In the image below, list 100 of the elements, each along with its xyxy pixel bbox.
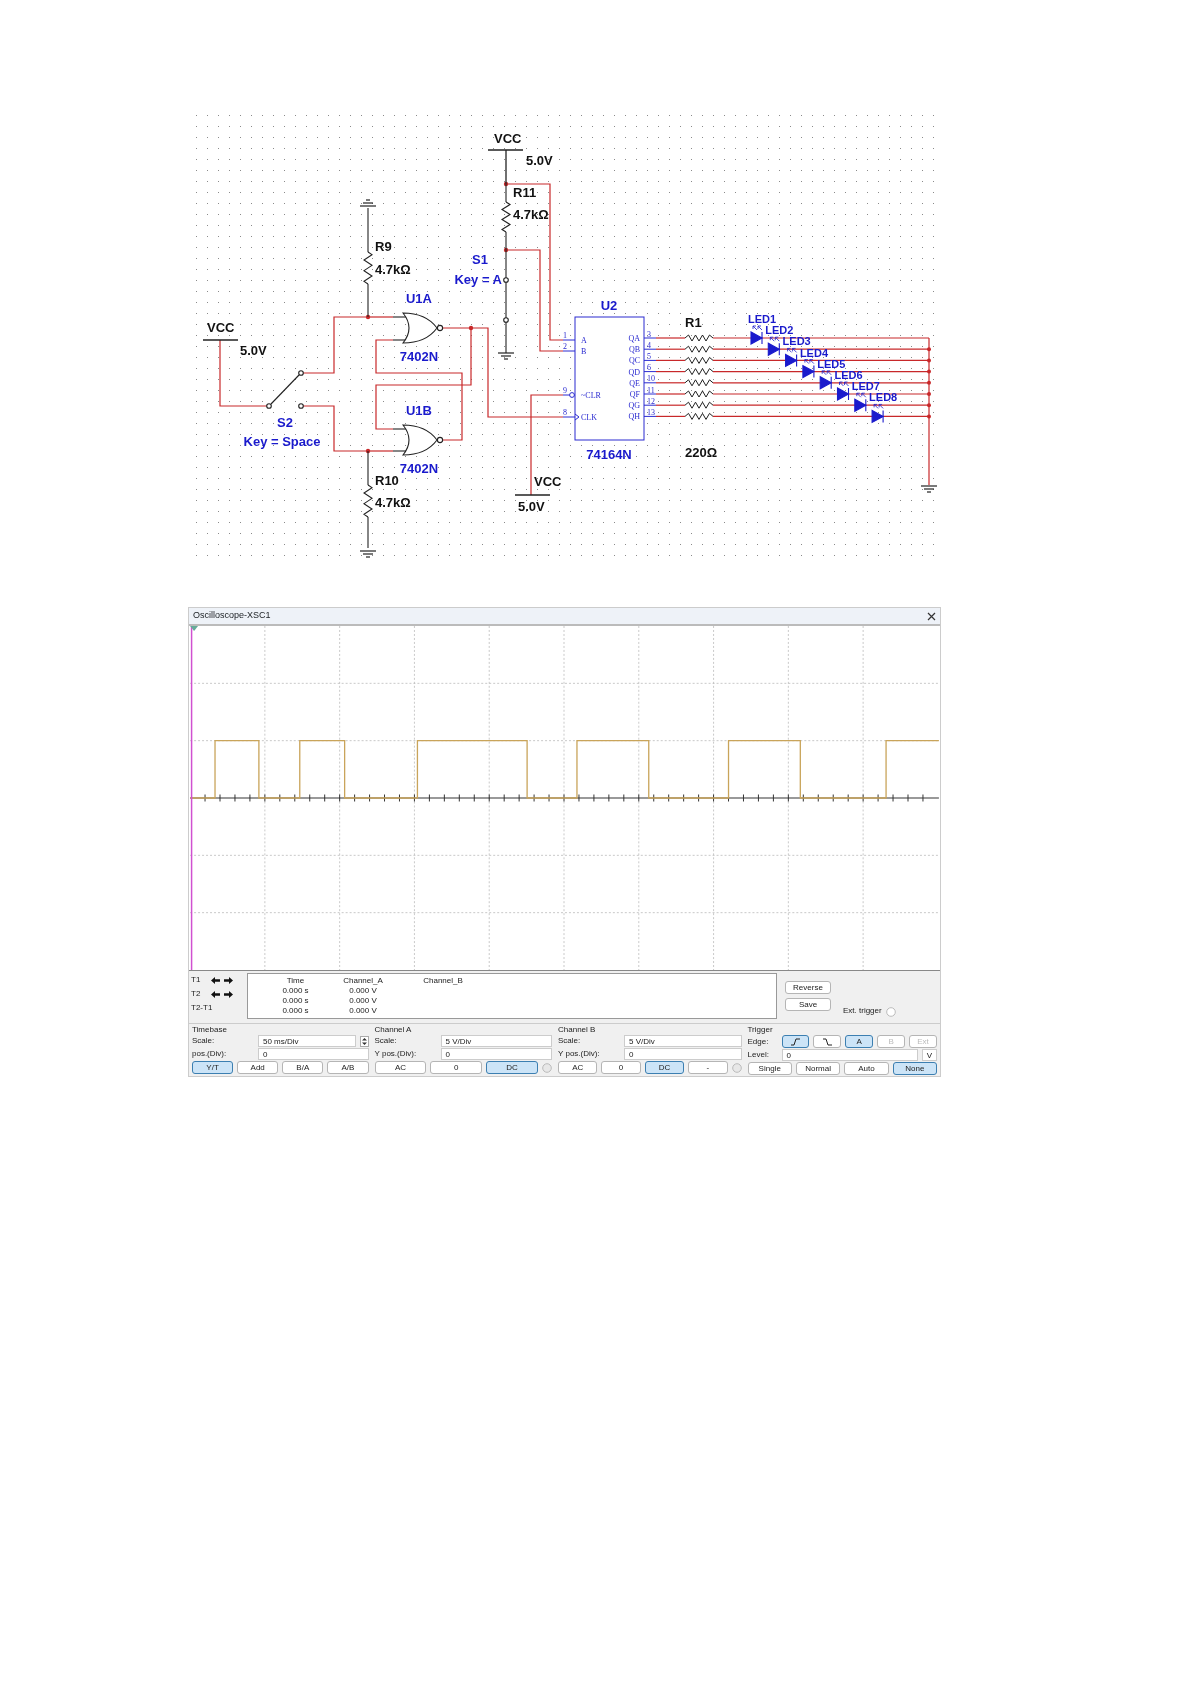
- pin-label: A: [581, 336, 587, 345]
- radio-button[interactable]: [542, 1062, 553, 1073]
- resistor-symbol: [684, 412, 714, 420]
- field-label: Scale:: [374, 1035, 398, 1047]
- mode-button[interactable]: B/A: [282, 1061, 324, 1074]
- pin-label: QG: [628, 401, 640, 411]
- source-button[interactable]: A: [845, 1035, 874, 1048]
- field-label: Edge:: [747, 1035, 770, 1048]
- field-label: Y pos.(Div):: [374, 1048, 418, 1060]
- close-icon[interactable]: [927, 611, 936, 621]
- edge-button[interactable]: [813, 1035, 842, 1048]
- resistor-symbol: [684, 379, 714, 387]
- power-label: VCC: [534, 474, 562, 489]
- coupling-button[interactable]: -: [688, 1061, 728, 1074]
- input-field[interactable]: 0: [781, 1049, 918, 1061]
- cursor-label: T2-T1: [191, 1002, 213, 1014]
- group-title: Channel A: [374, 1025, 413, 1034]
- led-label: LED2: [765, 324, 794, 337]
- pin-label: B: [581, 347, 587, 356]
- junction-dot: [927, 403, 931, 408]
- radio-button[interactable]: [885, 1007, 896, 1017]
- nor-gate-symbol: [392, 312, 444, 344]
- resistor-label: R1: [685, 315, 702, 330]
- readout-value: 0.000 V: [348, 996, 378, 1006]
- resistor-symbol: [684, 390, 714, 398]
- coupling-button[interactable]: AC: [558, 1061, 598, 1074]
- field-label: Level:: [747, 1049, 770, 1061]
- panel-button[interactable]: Save: [785, 998, 831, 1011]
- pin-number: 5: [647, 351, 651, 361]
- spinner-icon[interactable]: [359, 1035, 369, 1047]
- pin-number: 8: [563, 408, 567, 417]
- power-label: VCC: [494, 131, 522, 146]
- mode-button[interactable]: A/B: [327, 1061, 369, 1074]
- wire: [655, 348, 686, 350]
- mode-button[interactable]: Normal: [795, 1062, 841, 1075]
- input-field[interactable]: 5 V/Div: [624, 1035, 742, 1047]
- resistance-label: 220Ω: [685, 445, 718, 460]
- edge-button[interactable]: [781, 1035, 810, 1048]
- readout-value: 0.000 V: [348, 986, 378, 996]
- pin-label: QH: [628, 412, 640, 422]
- input-field[interactable]: 0: [440, 1048, 553, 1060]
- switch-label: S2: [277, 415, 293, 430]
- voltage-label: 5.0V: [518, 499, 545, 514]
- led-label: LED6: [834, 369, 863, 381]
- led-label: LED1: [748, 313, 777, 325]
- coupling-button[interactable]: DC: [644, 1061, 685, 1074]
- resistor-symbol: [684, 356, 714, 364]
- source-button: Ext: [909, 1035, 937, 1048]
- switch-symbol: [266, 370, 304, 409]
- led-label: LED7: [851, 380, 880, 393]
- pin-label: QD: [628, 367, 640, 377]
- pin-label: QB: [628, 345, 640, 355]
- junction-dot: [927, 347, 931, 352]
- input-field[interactable]: 50 ms/Div: [258, 1035, 356, 1047]
- pin-number: 12: [647, 396, 655, 406]
- mode-button[interactable]: Single: [747, 1062, 792, 1075]
- panel-button[interactable]: Reverse: [785, 981, 831, 994]
- voltage-label: 5.0V: [240, 343, 267, 358]
- source-button: B: [877, 1035, 906, 1048]
- key-label: Key = A: [454, 272, 502, 287]
- coupling-button[interactable]: 0: [430, 1061, 483, 1074]
- group-title: Timebase: [192, 1025, 228, 1034]
- junction-dot: [927, 414, 931, 419]
- power-source-symbol: [487, 149, 524, 185]
- resistor-symbol: [684, 401, 714, 409]
- resistor-symbol: [684, 334, 714, 342]
- input-field[interactable]: 5 V/Div: [440, 1035, 553, 1047]
- mode-button[interactable]: None: [892, 1062, 938, 1075]
- pin-number: 6: [647, 363, 651, 373]
- coupling-button[interactable]: DC: [486, 1061, 539, 1074]
- wire: [655, 359, 686, 361]
- resistor-label: R10: [375, 473, 399, 488]
- coupling-button[interactable]: AC: [374, 1061, 427, 1074]
- resistance-label: 4.7kΩ: [513, 207, 549, 222]
- wire: [655, 382, 686, 384]
- wire: [655, 415, 686, 417]
- input-field[interactable]: 0: [258, 1048, 369, 1060]
- ground-symbol: [359, 199, 377, 207]
- coupling-button[interactable]: 0: [601, 1061, 641, 1074]
- pin-number: 2: [563, 342, 567, 351]
- radio-button[interactable]: [731, 1062, 742, 1073]
- readout-value: 0.000 s: [281, 986, 310, 996]
- readout-value: 0.000 s: [281, 1006, 310, 1016]
- ground-symbol: [359, 550, 377, 558]
- mode-button[interactable]: Y/T: [192, 1061, 234, 1074]
- pin-number: 1: [563, 331, 567, 340]
- window-title: Oscilloscope-XSC1: [193, 609, 271, 623]
- rising-edge-icon: [790, 1037, 800, 1046]
- pin-label: CLK: [581, 413, 597, 422]
- led-label: LED5: [817, 357, 846, 370]
- readout-value: 0.000 V: [348, 1006, 378, 1016]
- wire: [655, 393, 686, 395]
- input-field[interactable]: 0: [624, 1048, 742, 1060]
- mode-button[interactable]: Add: [237, 1061, 279, 1074]
- falling-edge-icon: [822, 1037, 832, 1046]
- pin-number: 9: [563, 386, 567, 395]
- mode-button[interactable]: Auto: [844, 1062, 889, 1075]
- led-symbol: [819, 370, 833, 390]
- junction-dot: [503, 247, 509, 253]
- junction-dot: [365, 448, 371, 454]
